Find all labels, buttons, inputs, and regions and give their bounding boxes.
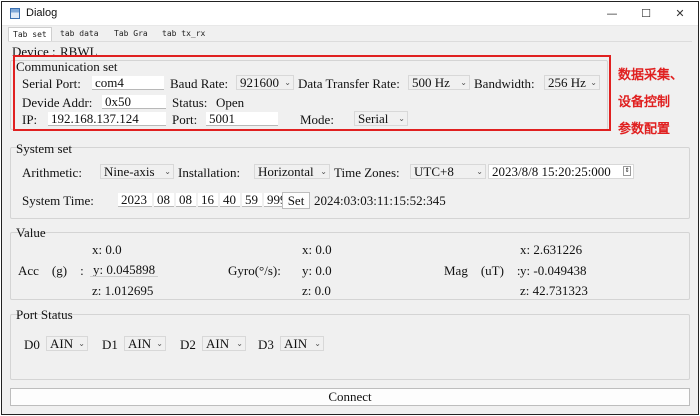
installation-label: Installation: [178, 165, 241, 180]
gyro-x: x: 0.0 [302, 242, 332, 257]
title-bar: Dialog — ☐ ✕ [2, 2, 698, 26]
chevron-down-icon: ⌄ [320, 167, 327, 176]
gyro-y: y: 0.0 [302, 263, 332, 278]
gyro-z: z: 0.0 [302, 283, 331, 298]
time-second-field[interactable]: 59 [242, 193, 262, 207]
port-d2-select[interactable]: AIN ⌄ [202, 336, 246, 351]
port-d1-select[interactable]: AIN ⌄ [124, 336, 166, 351]
chevron-down-icon: ⌄ [164, 167, 171, 176]
timezone-select[interactable]: UTC+8 ⌄ [410, 164, 486, 179]
port-d3-label: D3 [258, 337, 274, 352]
port-d0-label: D0 [24, 337, 40, 352]
annotation-line-1: 数据采集、 [618, 68, 684, 83]
port-d1-label: D1 [102, 337, 118, 352]
window-title: Dialog [26, 7, 58, 19]
port-d2-value: AIN [206, 336, 230, 351]
communication-highlight-box [13, 55, 611, 131]
mag-z: z: 42.731323 [520, 283, 588, 298]
set-time-button[interactable]: Set [282, 192, 310, 209]
port-d0-value: AIN [50, 336, 74, 351]
time-minute-field[interactable]: 40 [220, 193, 240, 207]
connect-button[interactable]: Connect [10, 388, 690, 406]
tab-gra[interactable]: Tab Gra [110, 27, 152, 41]
mag-y: y: -0.049438 [520, 263, 587, 278]
installation-value: Horizontal [258, 164, 314, 179]
datetime-value: 2023/8/8 15:20:25:000 [492, 164, 611, 179]
maximize-button[interactable]: ☐ [632, 5, 660, 23]
timezones-label: Time Zones: [334, 165, 400, 180]
port-status-title: Port Status [16, 307, 73, 322]
tab-tx-rx[interactable]: tab tx_rx [158, 27, 209, 41]
system-title: System set [16, 141, 72, 156]
annotation-line-2: 设备控制 [618, 95, 671, 110]
chevron-down-icon: ⌄ [156, 339, 163, 348]
acc-label: Acc (g) : [18, 263, 84, 278]
close-button[interactable]: ✕ [666, 5, 694, 23]
time-day-field[interactable]: 08 [176, 193, 196, 207]
minimize-button[interactable]: — [598, 5, 626, 23]
annotation-line-3: 参数配置 [618, 122, 671, 137]
value-title: Value [16, 225, 46, 240]
chevron-down-icon: ⌄ [314, 339, 321, 348]
arithmetic-select[interactable]: Nine-axis ⌄ [100, 164, 174, 179]
mag-label: Mag (uT) : [444, 263, 521, 278]
chevron-down-icon: ⌄ [78, 339, 85, 348]
port-d3-value: AIN [284, 336, 308, 351]
acc-y: y: 0.045898 [90, 263, 158, 277]
datetime-editor[interactable]: 2023/8/8 15:20:25:000 ⇕ [488, 164, 634, 179]
tab-set[interactable]: Tab set [8, 27, 52, 41]
spin-icon[interactable]: ⇕ [623, 166, 631, 176]
acc-z: z: 1.012695 [92, 283, 154, 298]
arithmetic-label: Arithmetic: [22, 165, 82, 180]
time-readout: 2024:03:03:11:15:52:345 [314, 193, 446, 208]
arithmetic-value: Nine-axis [104, 164, 155, 179]
port-d3-select[interactable]: AIN ⌄ [280, 336, 324, 351]
gyro-label: Gyro(°/s): [228, 263, 281, 278]
time-month-field[interactable]: 08 [154, 193, 174, 207]
mag-x: x: 2.631226 [520, 242, 583, 257]
time-hour-field[interactable]: 16 [198, 193, 218, 207]
timezone-value: UTC+8 [414, 164, 454, 179]
port-d1-value: AIN [128, 336, 152, 351]
chevron-down-icon: ⌄ [476, 167, 483, 176]
time-year-field[interactable]: 2023 [118, 193, 152, 207]
app-icon [10, 8, 20, 19]
port-d0-select[interactable]: AIN ⌄ [46, 336, 88, 351]
installation-select[interactable]: Horizontal ⌄ [254, 164, 330, 179]
chevron-down-icon: ⌄ [236, 339, 243, 348]
system-time-label: System Time: [22, 193, 94, 208]
port-d2-label: D2 [180, 337, 196, 352]
system-group [10, 147, 690, 219]
tab-data[interactable]: tab data [56, 27, 103, 41]
acc-x: x: 0.0 [92, 242, 122, 257]
